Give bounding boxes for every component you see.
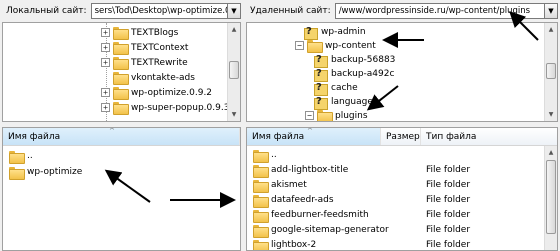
arrow-to-path-dropdown bbox=[509, 11, 539, 41]
arrow-to-wp-optimize bbox=[104, 169, 151, 203]
annotation-arrows bbox=[104, 11, 539, 208]
arrow-to-plugins bbox=[366, 85, 399, 111]
